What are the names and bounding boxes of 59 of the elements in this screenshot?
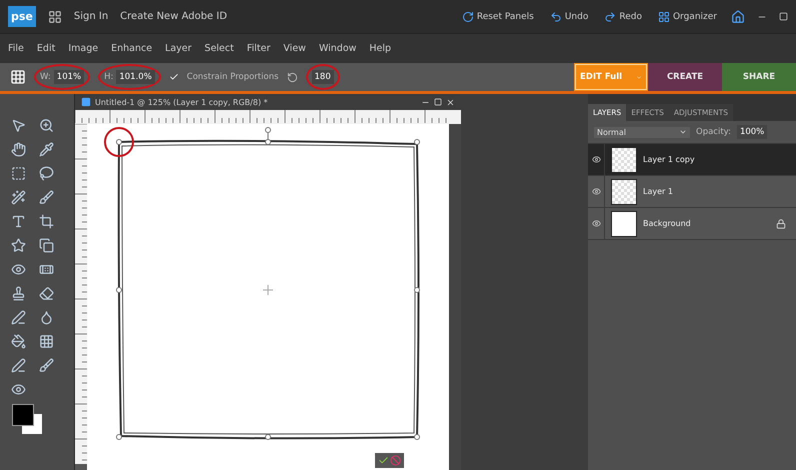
annotation-circle	[104, 127, 134, 157]
account-link[interactable]: Sign In	[74, 11, 108, 22]
account-link[interactable]: Create New Adobe ID	[120, 11, 228, 22]
height-label: H:	[104, 72, 114, 82]
toolbar-button[interactable]: Redo	[602, 8, 644, 24]
organizer-icon	[658, 10, 670, 22]
toolbar-button[interactable]: Reset Panels	[460, 8, 536, 24]
mode-tab[interactable]: SHARE	[722, 63, 796, 91]
visibility-icon[interactable]	[592, 155, 600, 164]
mode-tab[interactable]: CREATE	[648, 63, 722, 91]
layer-row[interactable]: Layer 1	[588, 176, 796, 208]
document-title: Untitled-1 @ 125% (Layer 1 copy, RGB/8) *	[95, 98, 269, 106]
maximize-icon[interactable]	[434, 98, 442, 106]
angle-field[interactable]: 180	[312, 70, 334, 84]
toolbar-button[interactable]: Organizer	[656, 8, 719, 24]
menu-item[interactable]: Layer	[165, 43, 192, 54]
layer-name: Background	[643, 219, 692, 228]
redo-icon	[604, 10, 616, 22]
layer-thumbnail	[611, 146, 637, 172]
layer-row[interactable]: Layer 1 copy	[588, 144, 796, 176]
rotate-icon	[286, 72, 298, 82]
menu-item[interactable]: Window	[318, 43, 356, 54]
width-label: W:	[40, 72, 51, 82]
home-icon[interactable]	[731, 10, 745, 24]
constrain-label: Constrain Proportions	[186, 72, 279, 82]
workspace-icon[interactable]	[48, 10, 62, 24]
menu-item[interactable]: Help	[369, 43, 392, 54]
reference-point-icon[interactable]	[10, 69, 26, 85]
scroll-bar[interactable]	[449, 124, 461, 470]
constrain-checkbox[interactable]	[168, 72, 179, 82]
toolbar-button[interactable]: Undo	[548, 8, 590, 24]
layer-name: Layer 1	[643, 187, 674, 196]
opacity-field[interactable]: 100%	[736, 125, 768, 139]
menu-item[interactable]: File	[8, 43, 24, 54]
menu-item[interactable]: Select	[204, 43, 234, 54]
width-field[interactable]: 101%	[54, 70, 84, 84]
menu-item[interactable]: View	[283, 43, 306, 54]
layer-name: Layer 1 copy	[643, 155, 696, 164]
menu-item[interactable]: Filter	[246, 43, 270, 54]
undo-icon	[550, 10, 562, 22]
visibility-icon[interactable]	[592, 219, 600, 228]
layer-thumbnail	[611, 178, 637, 204]
menu-item[interactable]: Enhance	[111, 43, 152, 54]
visibility-icon[interactable]	[592, 187, 600, 196]
commit-icon[interactable]	[378, 455, 389, 466]
reset-icon	[462, 10, 474, 22]
menu-item[interactable]: Edit	[36, 43, 56, 54]
layer-thumbnail	[611, 210, 637, 236]
height-field[interactable]: 101.0%	[116, 70, 155, 84]
maximize-icon[interactable]	[779, 12, 788, 21]
opacity-label: Opacity:	[696, 127, 731, 137]
layer-row[interactable]: Background	[588, 208, 796, 240]
center-point-icon	[262, 284, 274, 296]
close-icon[interactable]	[446, 98, 455, 106]
blend-mode-dropdown[interactable]: Normal	[594, 126, 690, 138]
caret-icon	[679, 128, 687, 136]
document-icon	[81, 97, 91, 107]
app-logo: pse	[8, 6, 36, 27]
menu-item[interactable]: Image	[68, 43, 98, 54]
